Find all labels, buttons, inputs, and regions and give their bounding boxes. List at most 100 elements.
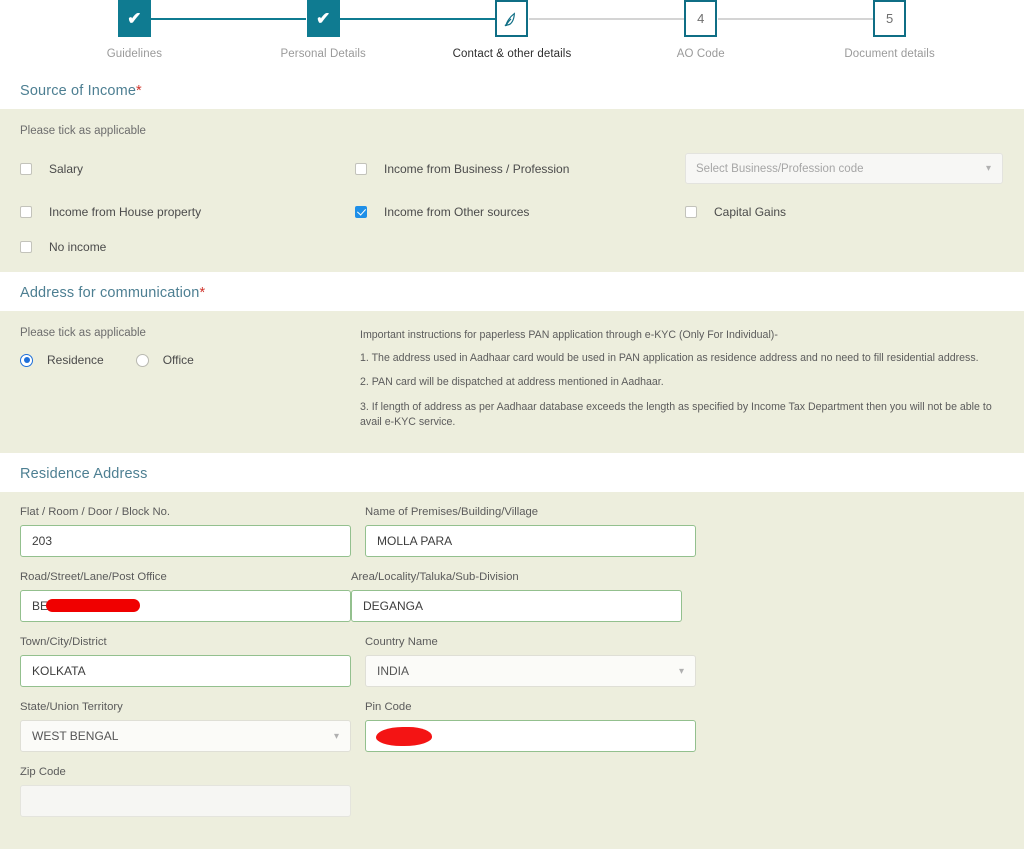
checkbox-label-house-property: Income from House property (49, 205, 202, 219)
address-field-label-9: Zip Code (20, 766, 66, 779)
stepper-step-label-5: Document details (844, 48, 935, 60)
address-field-input-5[interactable]: KOLKATA (20, 655, 351, 688)
address-field-input-6[interactable]: INDIA ▾ (365, 655, 696, 688)
redaction-mark (376, 727, 432, 747)
address-field-5: Town/City/District KOLKATA (20, 636, 351, 688)
checkbox-capital-gains[interactable]: Capital Gains (685, 205, 1004, 219)
stepper-connector-3 (529, 18, 684, 20)
address-field-label-3: Road/Street/Lane/Post Office (20, 571, 167, 584)
checkbox-box-capital-gains[interactable] (685, 206, 697, 218)
radio-label-office: Office (162, 353, 194, 367)
chevron-down-icon: ▾ (678, 665, 684, 677)
stepper-connector-1 (151, 18, 307, 20)
checkbox-box-no-income[interactable] (20, 241, 32, 253)
residence-address-grid: Flat / Room / Door / Block No. 203 Name of… (20, 506, 1004, 831)
address-communication-heading-text: Address for communication (20, 285, 200, 301)
residence-address-heading-text: Residence Address (20, 466, 148, 483)
ekyc-instruction-3: 3. If length of address as per Aadhaar d… (360, 400, 992, 429)
address-field-label-4: Area/Locality/Taluka/Sub-Division (351, 571, 519, 584)
required-asterisk: * (136, 83, 142, 99)
checkbox-box-salary[interactable] (20, 162, 32, 175)
stepper-step-4[interactable]: 4 AO Code (606, 0, 795, 60)
stepper-step-3[interactable]: Contact & other details (418, 0, 607, 60)
checkbox-other-sources[interactable]: Income from Other sources (355, 205, 685, 219)
stepper-step-label-2: Personal Details (280, 48, 366, 60)
residence-address-panel: Flat / Room / Door / Block No. 203 Name of… (0, 492, 1024, 849)
address-field-input-3[interactable]: BE (20, 590, 351, 623)
ekyc-instructions: Important instructions for paperless PAN… (360, 327, 1004, 439)
ekyc-instruction-1: 1. The address used in Aadhaar card woul… (360, 352, 979, 364)
checkbox-no-income[interactable]: No income (20, 240, 355, 254)
address-field-value-1: 203 (32, 534, 53, 549)
chevron-down-icon: ▾ (333, 730, 339, 742)
address-radio-group: Residence Office (20, 353, 360, 367)
address-communication-panel: Please tick as applicable Residence Offi… (0, 311, 1024, 454)
address-field-7: State/Union Territory WEST BENGAL ▾ (20, 701, 351, 753)
checkbox-box-house-property[interactable] (20, 206, 32, 218)
stepper-step-number-4: 4 (697, 11, 705, 26)
checkbox-label-business-profession: Income from Business / Profession (384, 161, 570, 176)
address-field-label-5: Town/City/District (20, 636, 107, 649)
chevron-down-icon: ▾ (985, 163, 991, 174)
check-icon: ✔ (316, 9, 331, 28)
address-field-label-6: Country Name (365, 636, 438, 649)
section-title-residence-address: Residence Address (0, 453, 1024, 493)
checkbox-label-salary: Salary (49, 161, 84, 176)
stepper-step-badge-1: ✔ (117, 0, 151, 37)
ekyc-instructions-heading: Important instructions for paperless PAN… (360, 329, 778, 341)
address-type-chooser: Please tick as applicable Residence Offi… (20, 327, 360, 439)
address-field-8: Pin Code (365, 701, 696, 753)
address-field-input-9[interactable] (20, 785, 351, 818)
section-title-address-communication: Address for communication* (0, 272, 1024, 311)
radio-label-residence: Residence (47, 353, 104, 367)
radio-residence[interactable] (20, 353, 33, 367)
business-profession-code-placeholder: Select Business/Profession code (696, 162, 864, 175)
stepper-step-2[interactable]: ✔ Personal Details (229, 0, 418, 60)
stepper-step-1[interactable]: ✔ Guidelines (40, 0, 229, 60)
stepper-track: ✔ Guidelines ✔ Personal Details Contact & ot… (0, 0, 1024, 60)
checkbox-box-other-sources[interactable] (355, 206, 367, 218)
stepper-step-5[interactable]: 5 Document details (795, 0, 984, 60)
income-option-row-3: No income (20, 240, 1004, 254)
source-of-income-panel: Please tick as applicable Salary Income … (0, 109, 1024, 272)
address-field-value-2: MOLLA PARA (377, 534, 453, 549)
checkbox-box-business-profession[interactable] (355, 162, 367, 175)
address-field-2: Name of Premises/Building/Village MOLLA P… (365, 506, 696, 558)
address-field-input-4[interactable]: DEGANGA (351, 590, 682, 623)
stepper-step-badge-2: ✔ (306, 0, 340, 37)
progress-stepper: ✔ Guidelines ✔ Personal Details Contact & ot… (0, 0, 1024, 70)
checkbox-house-property[interactable]: Income from House property (20, 205, 355, 219)
address-field-input-8[interactable] (365, 720, 696, 753)
stepper-connector-4 (717, 18, 873, 20)
radio-office[interactable] (135, 353, 149, 367)
business-profession-code-select[interactable]: Select Business/Profession code ▾ (685, 153, 1003, 184)
stepper-connector-2 (340, 18, 495, 20)
stepper-step-label-4: AO Code (676, 48, 725, 60)
section-title-source-of-income: Source of Income* (0, 70, 1024, 109)
address-field-3: Road/Street/Lane/Post Office BE (20, 571, 351, 623)
checkbox-label-other-sources: Income from Other sources (384, 205, 530, 219)
address-field-value-5: KOLKATA (32, 664, 86, 679)
checkbox-business-profession[interactable]: Income from Business / Profession (355, 162, 685, 176)
address-field-1: Flat / Room / Door / Block No. 203 (20, 506, 351, 558)
address-field-9: Zip Code (20, 766, 351, 818)
checkbox-salary[interactable]: Salary (20, 162, 355, 176)
address-field-input-7[interactable]: WEST BENGAL ▾ (20, 720, 351, 753)
address-field-input-2[interactable]: MOLLA PARA (365, 525, 696, 558)
pencil-icon (504, 11, 515, 26)
redaction-mark (46, 599, 140, 613)
source-of-income-heading-text: Source of Income (20, 83, 137, 99)
address-field-value-4: DEGANGA (363, 599, 424, 614)
address-field-input-1[interactable]: 203 (20, 525, 351, 558)
stepper-step-badge-5: 5 (873, 0, 907, 37)
address-field-value-7: WEST BENGAL (32, 729, 119, 744)
address-field-4: Area/Locality/Taluka/Sub-Division DEGANGA (351, 571, 682, 623)
stepper-step-number-5: 5 (885, 11, 894, 26)
income-option-row-1: Salary Income from Business / Profession… (20, 153, 1004, 184)
address-field-6: Country Name INDIA ▾ (365, 636, 696, 688)
address-field-label-2: Name of Premises/Building/Village (365, 506, 539, 519)
source-of-income-hint: Please tick as applicable (20, 125, 146, 137)
address-field-label-1: Flat / Room / Door / Block No. (20, 506, 171, 519)
check-icon: ✔ (127, 9, 142, 28)
ekyc-instruction-2: 2. PAN card will be dispatched at addres… (360, 376, 664, 389)
